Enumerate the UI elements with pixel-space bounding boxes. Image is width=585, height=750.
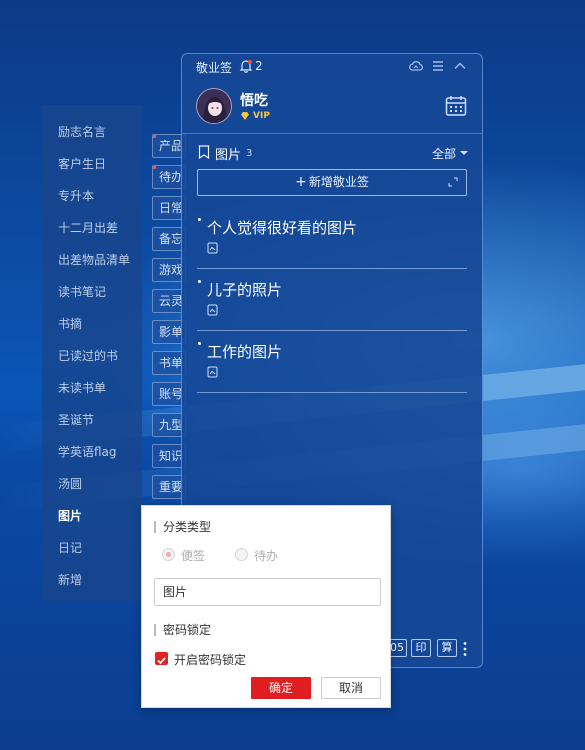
bullet-dot [198,342,201,345]
title-bar[interactable]: 敬业签 2 [182,54,482,80]
add-category-item[interactable]: 新增 [58,571,82,588]
category-item[interactable]: 学英语flag [58,443,117,460]
lock-section-title: 密码锁定 [154,624,211,636]
note-title: 儿子的照片 [207,281,283,299]
user-name: 悟吃 [240,93,268,109]
note-title: 工作的图片 [207,343,283,361]
app-title: 敬业签 [196,61,233,75]
add-note-label: 新增敬业签 [308,175,369,189]
calendar-icon[interactable] [444,94,468,118]
category-item[interactable]: 十二月出差 [58,219,118,236]
plus-icon: + [295,174,307,190]
category-item[interactable]: 书摘 [58,315,82,332]
lock-checkbox-label[interactable]: 开启密码锁定 [174,651,246,668]
checkmark-icon [157,657,166,665]
menu-icon[interactable] [430,58,446,74]
filter-dropdown[interactable]: 全部 [432,145,456,162]
note-item[interactable]: 个人觉得很好看的图片 [197,207,467,269]
cloud-sync-icon[interactable] [408,58,424,74]
category-item[interactable]: 读书笔记 [58,283,106,300]
note-item[interactable]: 工作的图片 [197,331,467,393]
category-item[interactable]: 圣诞节 [58,411,94,428]
category-item[interactable]: 客户生日 [58,155,106,172]
more-icon[interactable] [463,641,467,657]
unread-dot [153,166,156,169]
unread-dot [153,135,156,138]
radio-note-label: 便签 [181,549,206,563]
user-header: 悟吃 VIP [182,80,482,134]
category-item[interactable]: 汤圆 [58,475,82,492]
category-item[interactable]: 专升本 [58,187,94,204]
radio-note[interactable] [162,548,175,561]
note-item[interactable]: 儿子的照片 [197,269,467,331]
notification-count: 2 [255,59,263,73]
category-item[interactable]: 励志名言 [58,123,106,140]
calculator-button[interactable]: 算 [437,639,457,657]
section-count: 3 [246,148,253,159]
bullet-dot [198,218,201,221]
attachment-icon [207,304,218,316]
attachment-icon [207,242,218,254]
print-button[interactable]: 印 [411,639,431,657]
chevron-down-icon[interactable] [460,151,468,155]
category-item-active[interactable]: 图片 [58,507,82,524]
bullet-dot [198,280,201,283]
cancel-button[interactable]: 取消 [321,677,381,699]
section-title: 图片 [215,148,242,163]
bookmark-icon [198,145,210,159]
attachment-icon [207,366,218,378]
confirm-button[interactable]: 确定 [251,677,311,699]
collapse-icon[interactable] [452,58,468,74]
section-header: 图片 3 全部 [182,142,482,164]
category-item[interactable]: 已读过的书 [58,347,118,364]
category-name-input[interactable]: 图片 [154,578,381,606]
radio-todo-label: 待办 [254,549,279,563]
category-item[interactable]: 出差物品清单 [58,251,130,268]
note-title: 个人觉得很好看的图片 [207,219,358,237]
category-sidebar: 励志名言 客户生日 专升本 十二月出差 出差物品清单 读书笔记 书摘 已读过的书… [42,105,142,601]
lock-checkbox[interactable] [155,652,168,665]
category-dialog: 分类类型 便签 待办 图片 密码锁定 开启密码锁定 确定 取消 [141,505,391,708]
category-item[interactable]: 未读书单 [58,379,106,396]
avatar[interactable] [196,88,232,124]
vip-diamond-icon [241,112,249,120]
add-note-button[interactable]: + 新增敬业签 [197,169,467,196]
vip-badge: VIP [253,111,270,121]
radio-todo[interactable] [235,548,248,561]
expand-icon[interactable] [448,177,458,187]
category-item[interactable]: 日记 [58,539,82,556]
bell-icon[interactable] [239,59,253,73]
type-section-title: 分类类型 [154,521,211,533]
